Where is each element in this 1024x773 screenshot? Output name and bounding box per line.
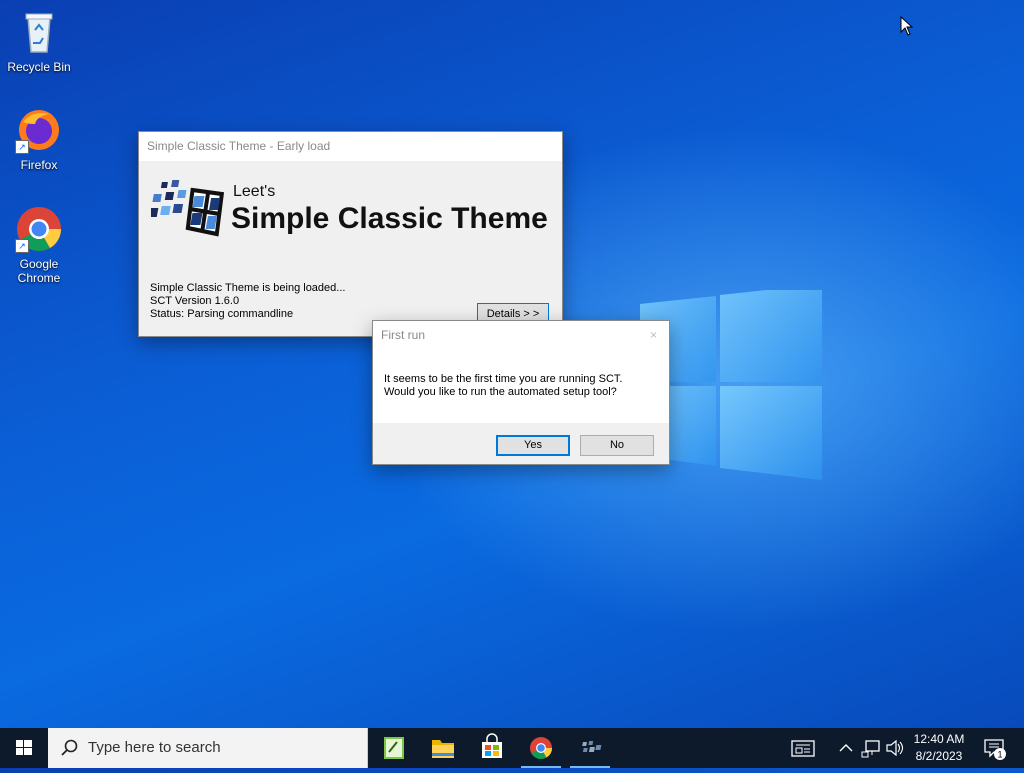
sct-banner-logo: Leet's Simple Classic Theme xyxy=(151,180,548,237)
mouse-cursor-icon xyxy=(900,16,914,36)
taskbar-app-microsoft-store[interactable] xyxy=(468,728,516,768)
recycle-bin-icon xyxy=(15,8,63,56)
clock-date: 8/2/2023 xyxy=(915,749,963,763)
dialog-title: First run xyxy=(381,328,426,342)
firefox-icon: ↗ xyxy=(15,106,63,154)
desktop-icon-firefox[interactable]: ↗ Firefox xyxy=(4,106,74,172)
taskbar-app-file-explorer[interactable] xyxy=(419,728,467,768)
speaker-icon xyxy=(886,739,904,757)
taskbar-app-sticky-notes[interactable] xyxy=(370,728,418,768)
start-button[interactable] xyxy=(0,728,48,768)
window-title: Simple Classic Theme - Early load xyxy=(147,139,331,153)
status-lines: Simple Classic Theme is being loaded... … xyxy=(150,282,345,321)
desktop-icon-label: Google Chrome xyxy=(17,257,61,285)
network-icon xyxy=(861,740,880,758)
first-run-dialog: First run × It seems to be the first tim… xyxy=(372,320,670,465)
news-and-interests-button[interactable] xyxy=(788,728,818,768)
show-hidden-icons-button[interactable] xyxy=(836,728,856,768)
desktop-icon-google-chrome[interactable]: ↗ Google Chrome xyxy=(4,205,74,285)
status-line-status: Status: Parsing commandline xyxy=(150,308,294,320)
chrome-icon xyxy=(530,737,552,759)
notification-count: 1 xyxy=(997,750,1002,760)
chrome-icon: ↗ xyxy=(15,205,63,253)
taskbar-search-box[interactable]: Type here to search xyxy=(48,728,368,768)
desktop-icon-label: Recycle Bin xyxy=(7,60,71,74)
dialog-message-line: Would you like to run the automated setu… xyxy=(384,386,617,398)
taskbar-clock[interactable]: 12:40 AM 8/2/2023 xyxy=(906,731,972,765)
dialog-message: It seems to be the first time you are ru… xyxy=(384,373,622,399)
search-icon xyxy=(61,739,78,756)
action-center-button[interactable]: 1 xyxy=(980,728,1010,768)
shortcut-arrow-icon: ↗ xyxy=(15,140,29,154)
sct-logo-icon xyxy=(582,741,602,752)
taskbar: Type here to search 12:40 AM 8/2/2023 1 xyxy=(0,728,1024,768)
taskbar-app-google-chrome[interactable] xyxy=(517,728,565,768)
search-placeholder: Type here to search xyxy=(88,739,221,756)
windows-start-icon xyxy=(16,740,32,755)
clock-time: 12:40 AM xyxy=(913,732,965,746)
folder-icon xyxy=(432,740,454,758)
dialog-titlebar[interactable]: First run × xyxy=(373,321,669,350)
taskbar-app-simple-classic-theme[interactable] xyxy=(566,728,614,768)
sct-early-load-window: Simple Classic Theme - Early load Leet's… xyxy=(138,131,563,337)
chevron-up-icon xyxy=(839,744,853,752)
volume-button[interactable] xyxy=(884,728,906,768)
notification-icon: 1 xyxy=(984,739,1006,760)
window-titlebar[interactable]: Simple Classic Theme - Early load xyxy=(139,132,562,161)
yes-button[interactable]: Yes xyxy=(496,435,570,456)
banner-large-text: Simple Classic Theme xyxy=(231,202,548,235)
network-status-button[interactable] xyxy=(860,728,882,768)
desktop-icon-recycle-bin[interactable]: Recycle Bin xyxy=(4,8,74,74)
dialog-footer: Yes No xyxy=(373,423,669,463)
dialog-body: It seems to be the first time you are ru… xyxy=(373,350,669,423)
sticky-notes-icon xyxy=(384,737,404,759)
close-icon[interactable]: × xyxy=(650,321,657,350)
news-icon xyxy=(791,740,815,757)
banner-small-text: Leet's xyxy=(233,183,275,200)
shortcut-arrow-icon: ↗ xyxy=(15,239,29,253)
status-line-loading: Simple Classic Theme is being loaded... xyxy=(150,282,346,294)
status-line-version: SCT Version 1.6.0 xyxy=(150,295,240,307)
store-icon xyxy=(482,733,502,758)
no-button[interactable]: No xyxy=(580,435,654,456)
dialog-message-line: It seems to be the first time you are ru… xyxy=(384,373,623,385)
desktop-icon-label: Firefox xyxy=(20,158,58,172)
